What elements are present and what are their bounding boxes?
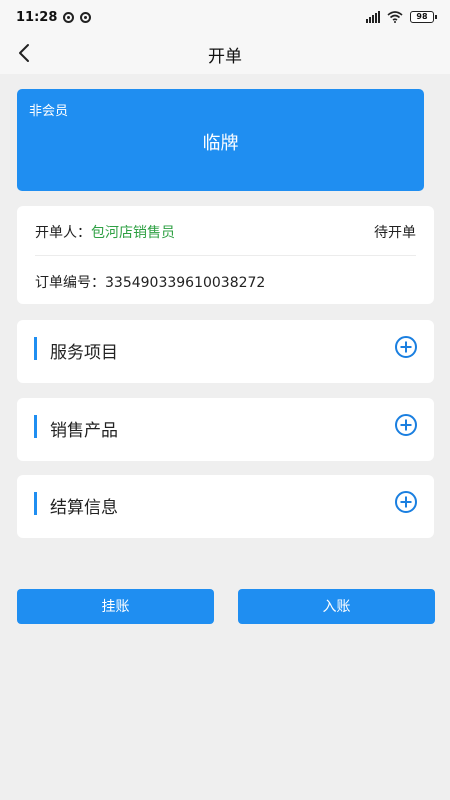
section-title: 销售产品 xyxy=(50,421,118,441)
section-title: 服务项目 xyxy=(50,343,118,363)
post-account-button[interactable]: 入账 xyxy=(238,589,435,624)
section-accent-bar xyxy=(34,415,37,438)
status-time: 11:28 xyxy=(16,9,58,25)
add-settlement-icon[interactable] xyxy=(395,491,417,513)
status-left: 11:28 xyxy=(16,9,92,25)
divider xyxy=(35,255,416,256)
order-number-row: 订单编号：335490339610038272 xyxy=(35,272,416,292)
operator-field: 开单人：包河店销售员 xyxy=(35,222,175,242)
order-number: 335490339610038272 xyxy=(105,275,266,291)
nav-bar: 开单 xyxy=(0,34,450,74)
operator-row: 开单人：包河店销售员 待开单 xyxy=(35,222,416,242)
notification-icon xyxy=(80,11,92,23)
member-card[interactable]: 非会员 临牌 xyxy=(17,89,424,191)
page-title: 开单 xyxy=(208,47,242,67)
order-info-card: 开单人：包河店销售员 待开单 订单编号：335490339610038272 xyxy=(17,206,434,304)
plate-number: 临牌 xyxy=(202,133,239,154)
operator-label: 开单人： xyxy=(35,225,91,241)
section-accent-bar xyxy=(34,492,37,515)
wifi-icon xyxy=(387,11,403,23)
order-status: 待开单 xyxy=(374,225,416,241)
add-service-icon[interactable] xyxy=(395,336,417,358)
section-title: 结算信息 xyxy=(50,498,118,518)
signal-icon xyxy=(366,11,380,23)
section-settlement-info: 结算信息 xyxy=(17,475,434,538)
section-accent-bar xyxy=(34,337,37,360)
status-right: 98 xyxy=(366,11,437,23)
member-type-label: 非会员 xyxy=(29,104,69,119)
order-number-label: 订单编号： xyxy=(35,275,105,291)
status-bar: 11:28 98 xyxy=(0,0,450,34)
section-service-items: 服务项目 xyxy=(17,320,434,383)
section-sales-products: 销售产品 xyxy=(17,398,434,461)
add-product-icon[interactable] xyxy=(395,414,417,436)
operator-name: 包河店销售员 xyxy=(91,225,175,241)
hang-account-button[interactable]: 挂账 xyxy=(17,589,214,624)
battery-icon: 98 xyxy=(410,11,437,23)
notification-icon xyxy=(63,11,75,23)
